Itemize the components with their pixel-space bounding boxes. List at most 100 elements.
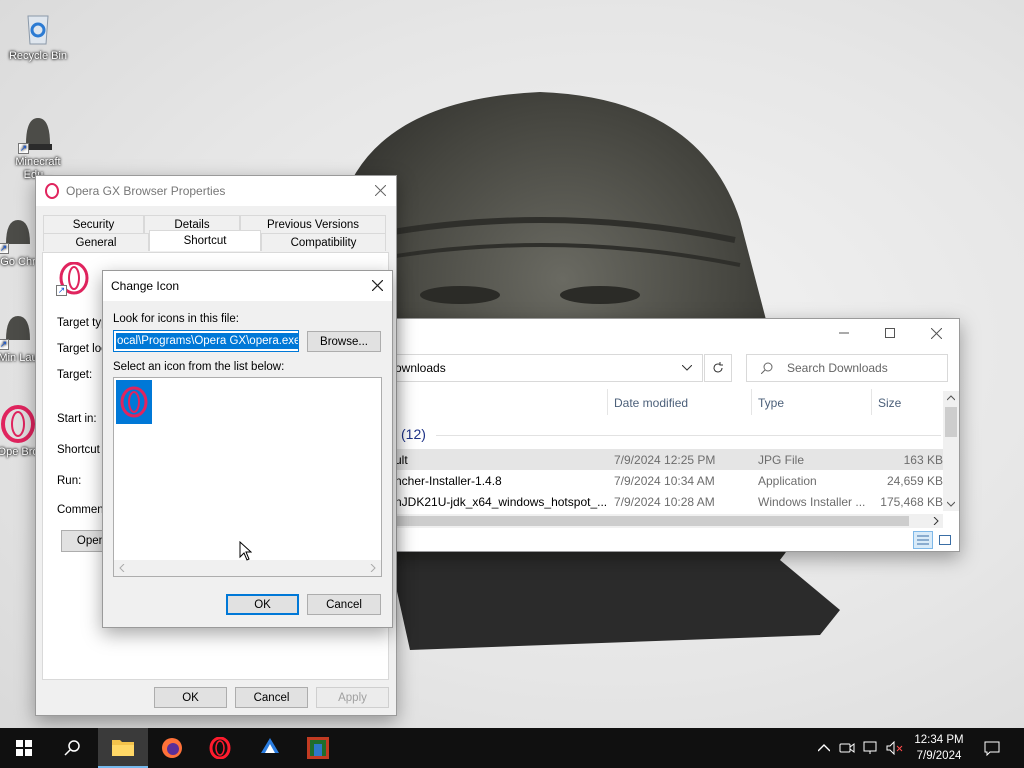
horizontal-scrollbar[interactable] — [371, 514, 943, 528]
maximize-button[interactable] — [867, 319, 913, 347]
icon-list-item-selected[interactable] — [116, 380, 152, 424]
tab-row-bottom: General Shortcut Compatibility — [43, 230, 386, 251]
opera-icon — [45, 183, 59, 199]
volume-button[interactable] — [884, 728, 906, 768]
chevron-up-icon — [818, 744, 830, 752]
column-header-date[interactable]: Date modified — [614, 396, 688, 410]
scrollbar-thumb[interactable] — [945, 407, 957, 437]
clock-date: 7/9/2024 — [916, 750, 962, 762]
vertical-scrollbar[interactable] — [943, 391, 959, 511]
column-header-type[interactable]: Type — [758, 396, 784, 410]
minecraft-launcher-icon — [307, 737, 329, 759]
desktop-icon-minecraft-education[interactable]: ↗ Minecraft Edu... — [2, 114, 74, 182]
network-icon — [863, 741, 877, 754]
cancel-button[interactable]: Cancel — [235, 687, 308, 708]
notifications-button[interactable] — [978, 728, 1006, 768]
label-target-location: Target loc — [57, 343, 107, 355]
group-header[interactable]: (12) — [401, 426, 426, 442]
close-icon — [930, 327, 942, 339]
tab-general[interactable]: General — [43, 233, 149, 251]
file-size: 175,468 KB — [880, 495, 943, 509]
desktop-icon-recycle-bin[interactable]: Recycle Bin — [2, 8, 74, 63]
shortcut-arrow-icon: ↗ — [18, 143, 29, 154]
file-date: 7/9/2024 12:25 PM — [614, 453, 716, 467]
scroll-up-icon[interactable] — [947, 395, 955, 401]
taskbar: 12:34 PM 7/9/2024 — [0, 728, 1024, 768]
refresh-button[interactable] — [704, 354, 732, 382]
opera-icon — [120, 386, 148, 418]
tab-previous-versions[interactable]: Previous Versions — [240, 215, 386, 233]
large-icons-view-button[interactable] — [935, 531, 955, 549]
horizontal-scrollbar[interactable] — [114, 560, 381, 576]
browse-button[interactable]: Browse... — [307, 331, 381, 352]
dialog-title: Change Icon — [111, 279, 180, 293]
search-button[interactable] — [48, 728, 96, 768]
folder-icon — [112, 740, 134, 756]
ok-button[interactable]: OK — [226, 594, 299, 615]
address-text: ownloads — [395, 361, 446, 375]
recycle-bin-icon — [18, 8, 58, 48]
table-row[interactable]: ult 7/9/2024 12:25 PM JPG File 163 KB — [371, 449, 943, 470]
file-type: JPG File — [758, 453, 805, 467]
cancel-button[interactable]: Cancel — [307, 594, 381, 615]
minimize-button[interactable] — [821, 319, 867, 347]
file-date: 7/9/2024 10:34 AM — [614, 474, 715, 488]
taskbar-minecraft-launcher[interactable] — [294, 728, 342, 768]
label-target: Target: — [57, 369, 93, 381]
refresh-icon — [713, 362, 723, 373]
column-divider — [871, 389, 872, 415]
shortcut-icon: ↗ — [56, 261, 90, 296]
volume-muted-icon — [886, 741, 903, 755]
scrollbar-thumb[interactable] — [371, 516, 909, 526]
close-icon[interactable] — [372, 280, 383, 291]
change-icon-titlebar[interactable]: Change Icon — [103, 271, 392, 301]
change-icon-dialog: Change Icon Look for icons in this file:… — [102, 270, 393, 628]
close-button[interactable] — [913, 319, 959, 347]
icon-file-path-text: ocal\Programs\Opera GX\opera.exe — [116, 333, 298, 349]
label-start-in: Start in: — [57, 413, 97, 425]
taskbar-firefox[interactable] — [148, 728, 196, 768]
network-button[interactable] — [860, 728, 882, 768]
show-hidden-icons-button[interactable] — [813, 728, 835, 768]
table-row[interactable]: ncher-Installer-1.4.8 7/9/2024 10:34 AM … — [371, 470, 943, 491]
caption-buttons — [821, 319, 959, 347]
details-view-icon — [917, 535, 929, 545]
file-size: 24,659 KB — [886, 474, 943, 488]
scroll-left-icon[interactable] — [119, 564, 125, 572]
statue-shortcut-icon: ↗ — [0, 214, 38, 254]
scroll-right-icon[interactable] — [370, 564, 376, 572]
tab-compatibility[interactable]: Compatibility — [261, 233, 386, 251]
taskbar-copilot[interactable] — [246, 728, 294, 768]
tab-shortcut[interactable]: Shortcut — [149, 230, 261, 251]
search-icon — [761, 362, 773, 374]
details-view-button[interactable] — [913, 531, 933, 549]
mouse-cursor-icon — [239, 541, 252, 561]
scroll-right-icon[interactable] — [933, 517, 939, 525]
close-icon[interactable] — [375, 185, 386, 196]
column-header-size[interactable]: Size — [878, 396, 901, 410]
opera-icon — [209, 737, 231, 759]
meet-now-button[interactable] — [836, 728, 858, 768]
statue-shortcut-icon: ↗ — [0, 310, 38, 350]
tab-security[interactable]: Security — [43, 215, 144, 233]
taskbar-opera[interactable] — [196, 728, 244, 768]
notification-icon — [984, 741, 1000, 756]
scroll-down-icon[interactable] — [947, 501, 955, 507]
icon-file-path-input[interactable]: ocal\Programs\Opera GX\opera.exe — [113, 330, 299, 352]
label-shortcut-key: Shortcut k — [57, 444, 109, 456]
minecraft-education-icon: ↗ — [18, 114, 58, 154]
ok-button[interactable]: OK — [154, 687, 227, 708]
properties-titlebar[interactable]: Opera GX Browser Properties — [36, 176, 396, 206]
taskbar-file-explorer[interactable] — [98, 728, 148, 768]
start-button[interactable] — [0, 728, 48, 768]
search-box[interactable]: Search Downloads — [746, 354, 948, 382]
file-type: Application — [758, 474, 817, 488]
table-row[interactable]: nJDK21U-jdk_x64_windows_hotspot_... 7/9/… — [371, 491, 943, 512]
file-size: 163 KB — [903, 453, 943, 467]
file-name: nJDK21U-jdk_x64_windows_hotspot_... — [395, 495, 608, 509]
clock[interactable]: 12:34 PM 7/9/2024 — [906, 728, 972, 768]
address-bar[interactable]: ownloads — [371, 354, 703, 382]
chevron-down-icon[interactable] — [682, 365, 692, 371]
apply-button[interactable]: Apply — [316, 687, 389, 708]
file-type: Windows Installer ... — [758, 495, 866, 509]
